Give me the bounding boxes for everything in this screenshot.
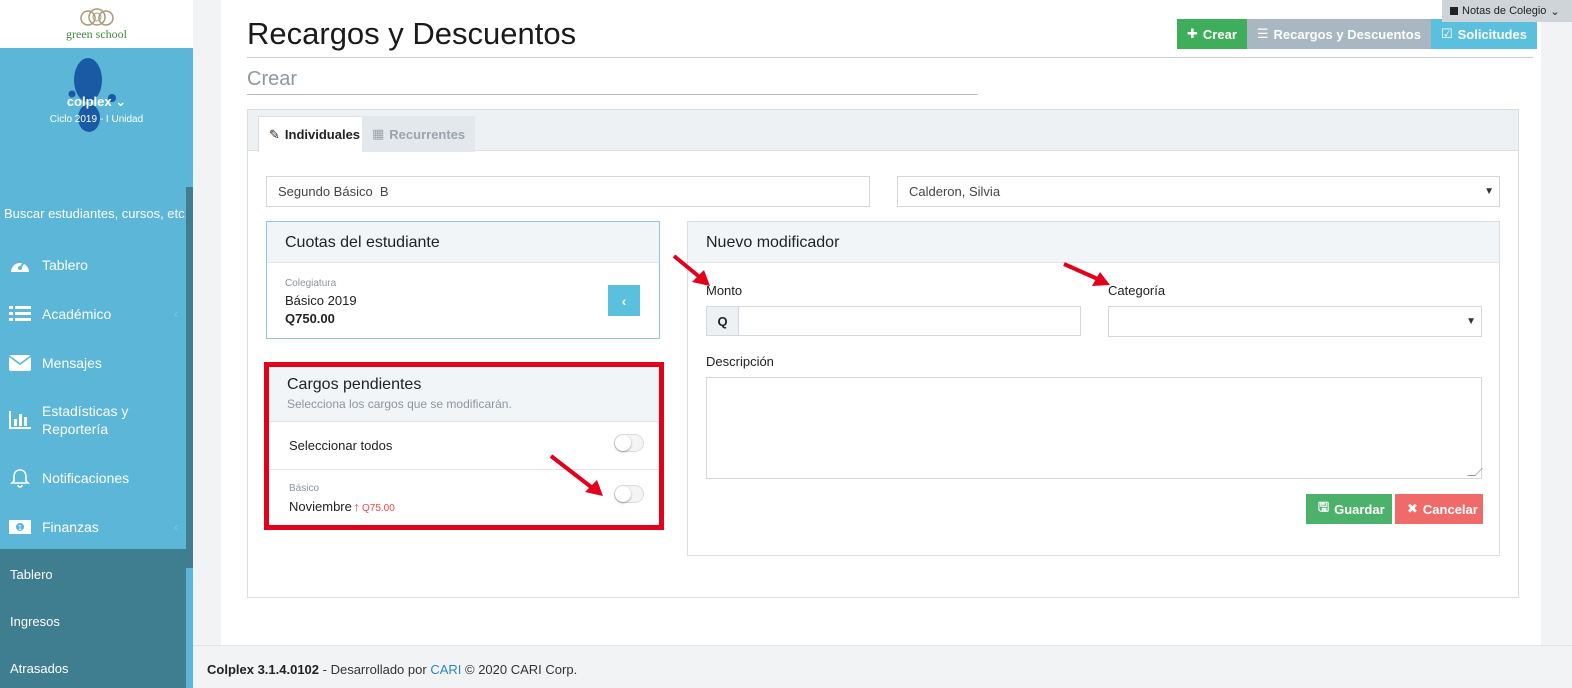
monto-input[interactable] (738, 306, 1081, 336)
sidebar-item-mensajes[interactable]: Mensajes (0, 338, 186, 387)
dashboard-icon (8, 254, 32, 276)
main-area: Recargos y Descuentos ✚ Crear ☰ Recargos… (193, 0, 1572, 688)
submenu-item-ingresos[interactable]: Ingresos (0, 596, 186, 643)
select-all-row: Seleccionar todos (269, 422, 659, 470)
money-icon: 1 (8, 516, 32, 538)
cuotas-title: Cuotas del estudiante (267, 222, 659, 263)
sidebar-item-notificaciones[interactable]: Notificaciones (0, 453, 186, 502)
sidebar-item-tablero[interactable]: Tablero (0, 240, 186, 289)
version-label: Colplex 3.1.4.0102 (207, 662, 320, 677)
select-all-toggle[interactable] (614, 434, 644, 452)
descripcion-textarea[interactable] (706, 377, 1483, 479)
footer: Colplex 3.1.4.0102 - Desarrollado por CA… (193, 645, 1572, 688)
course-select[interactable]: Segundo Básico B (266, 176, 870, 207)
cargo-toggle[interactable] (614, 485, 644, 503)
cancel-button[interactable]: ✖ Cancelar (1395, 494, 1483, 524)
nuevo-title: Nuevo modificador (688, 222, 1499, 263)
user-menu[interactable]: colplex ⌄ (0, 94, 193, 110)
cargo-name: Noviembre (289, 499, 352, 514)
school-logo[interactable]: green school (0, 0, 193, 48)
monto-label: Monto (706, 283, 743, 298)
solicitudes-button[interactable]: ☑ Solicitudes (1430, 19, 1537, 49)
cargo-category: Básico (289, 483, 320, 494)
dev-text: - Desarrollado por (322, 662, 427, 677)
caret-down-icon: ▼ (1484, 186, 1494, 197)
sidebar-menu: Tablero Académico ‹ Mensajes Estadística… (0, 240, 186, 551)
cuota-name: Básico 2019 (285, 293, 357, 308)
finanzas-submenu: Tablero Ingresos Atrasados (0, 549, 186, 688)
cuota-select-button[interactable]: ‹ (608, 285, 640, 316)
cuota-label: Colegiatura (285, 278, 337, 289)
note-icon (1450, 7, 1458, 15)
copyright: © 2020 CARI Corp. (465, 662, 578, 677)
plus-icon: ✚ (1187, 26, 1198, 41)
submenu-item-tablero[interactable]: Tablero (0, 549, 186, 596)
cargos-pendientes-card: Cargos pendientes Selecciona los cargos … (264, 362, 664, 530)
list-icon: ☰ (1256, 26, 1269, 41)
content: Recargos y Descuentos ✚ Crear ☰ Recargos… (221, 0, 1541, 645)
tab-recurrentes[interactable]: ▦ Recurrentes (362, 116, 476, 152)
currency-addon: Q (706, 306, 739, 336)
categoria-label: Categoría (1108, 283, 1166, 298)
bar-chart-icon (8, 409, 32, 431)
arrow-up-icon: 🡑 (354, 503, 360, 514)
nuevo-modificador-card: Nuevo modificador Monto Q Categoría ▼ De… (687, 221, 1500, 556)
cargo-row: Básico Noviembre 🡑 Q75.00 (269, 470, 659, 526)
resize-handle[interactable] (1467, 468, 1483, 476)
check-square-icon: ☑ (1440, 26, 1453, 41)
cuotas-card: Cuotas del estudiante Colegiatura Básico… (266, 221, 660, 339)
tabs-bar: ✎ Individuales ▦ Recurrentes (248, 110, 1518, 152)
recargos-list-button[interactable]: ☰ Recargos y Descuentos (1246, 19, 1431, 49)
cargo-amount: 🡑 Q75.00 (354, 503, 395, 514)
chevron-left-icon: ‹ (621, 292, 627, 309)
save-button[interactable]: 🖫 Guardar (1306, 494, 1392, 524)
cuota-amount: Q750.00 (285, 311, 335, 326)
section-title: Crear (247, 68, 298, 90)
notas-de-colegio-button[interactable]: Notas de Colegio ⌄ (1442, 0, 1572, 22)
tab-individuales[interactable]: ✎ Individuales (258, 116, 372, 152)
cargos-subtitle: Selecciona los cargos que se modificarán… (287, 397, 512, 411)
cargos-header: Cargos pendientes Selecciona los cargos … (269, 367, 659, 422)
sidebar-item-estadisticas[interactable]: Estadísticas y Reportería (0, 387, 186, 453)
sidebar-item-finanzas[interactable]: 1 Finanzas ‹ (0, 502, 186, 551)
categoria-select[interactable]: ▼ (1108, 306, 1482, 337)
search-input[interactable]: Buscar estudiantes, cursos, etc... (0, 200, 193, 230)
create-button[interactable]: ✚ Crear (1177, 19, 1247, 49)
calendar-icon: ▦ (372, 126, 385, 141)
header-button-group: ✚ Crear ☰ Recargos y Descuentos ☑ Solici… (1177, 19, 1537, 49)
chevron-down-icon: ⌄ (1550, 5, 1560, 18)
sidebar: green school colplex ⌄ Ciclo 2019 - I Un… (0, 0, 193, 688)
create-panel: ✎ Individuales ▦ Recurrentes Segundo Bás… (247, 109, 1519, 598)
svg-text:1: 1 (18, 524, 22, 532)
descripcion-label: Descripción (706, 354, 774, 369)
title-divider (247, 57, 1533, 58)
close-icon: ✖ (1407, 501, 1418, 516)
cycle-label: Ciclo 2019 - I Unidad (49, 114, 144, 125)
cargos-title: Cargos pendientes (287, 376, 422, 393)
cari-link[interactable]: CARI (430, 662, 461, 677)
sidebar-scrollbar[interactable] (186, 187, 193, 568)
chevron-down-icon: ⌄ (115, 94, 127, 109)
envelope-icon (8, 352, 32, 374)
book-icon: ✎ (269, 126, 280, 142)
chevron-left-icon: ‹ (174, 306, 178, 321)
select-all-label: Seleccionar todos (289, 438, 393, 453)
logo-swirl-icon (79, 8, 114, 26)
submenu-item-atrasados[interactable]: Atrasados (0, 643, 186, 688)
school-name: green school (66, 27, 127, 41)
list-icon (8, 303, 32, 325)
chevron-left-icon: ‹ (174, 519, 178, 534)
sidebar-item-academico[interactable]: Académico ‹ (0, 289, 186, 338)
section-divider (247, 94, 978, 95)
bell-icon (8, 467, 32, 489)
page-title: Recargos y Descuentos (247, 16, 577, 51)
student-select[interactable]: Calderon, Silvia ▼ (897, 176, 1500, 207)
caret-down-icon: ▼ (1466, 316, 1476, 327)
floppy-icon: 🖫 (1318, 499, 1330, 514)
